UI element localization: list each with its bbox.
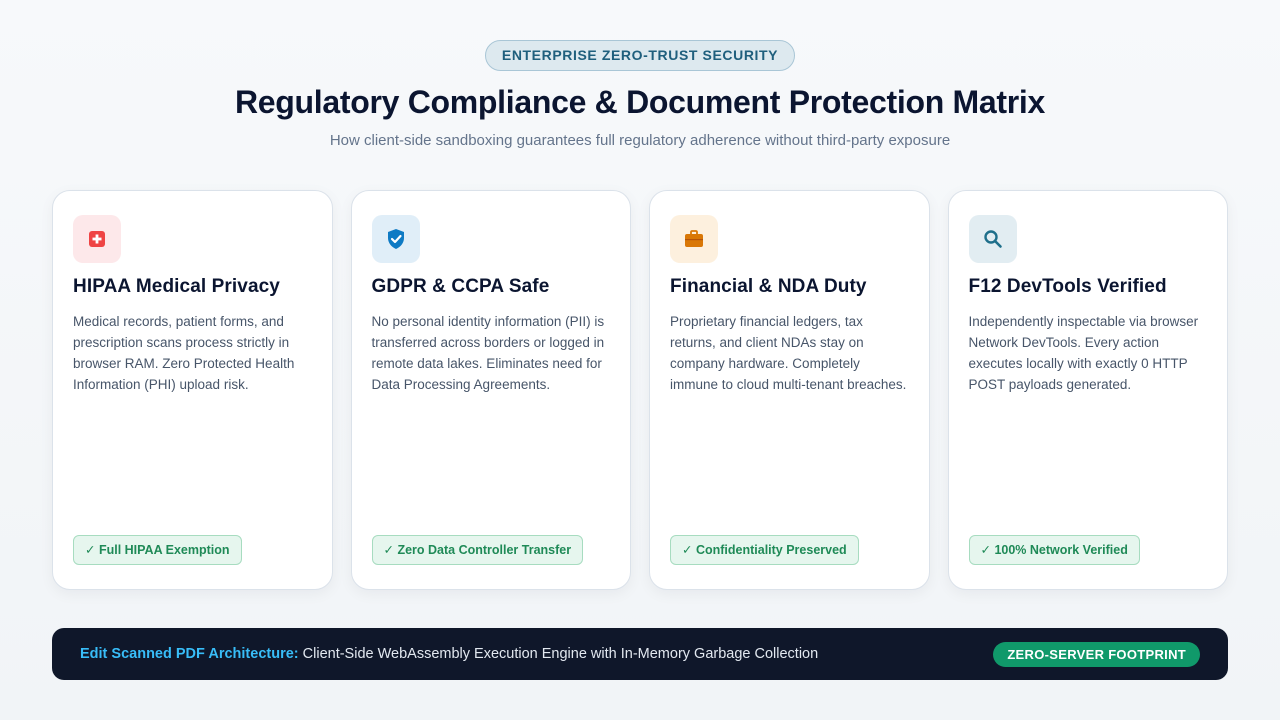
footer-label: Edit Scanned PDF Architecture: [80, 646, 299, 662]
status-badge: ✓ Zero Data Controller Transfer [371, 535, 584, 565]
eyebrow-wrapper: ENTERPRISE ZERO-TRUST SECURITY [0, 40, 1280, 71]
card-title: HIPAA Medical Privacy [73, 276, 280, 297]
shield-check-icon [371, 215, 420, 263]
magnifier-icon [968, 215, 1017, 263]
card-title: F12 DevTools Verified [968, 276, 1167, 297]
status-badge: ✓ Confidentiality Preserved [670, 535, 859, 565]
eyebrow-badge: ENTERPRISE ZERO-TRUST SECURITY [484, 40, 796, 71]
card-title: GDPR & CCPA Safe [371, 276, 550, 297]
architecture-footer: Edit Scanned PDF Architecture: Client-Si… [52, 628, 1228, 680]
footer-caption: Edit Scanned PDF Architecture: Client-Si… [80, 646, 818, 662]
briefcase-icon [670, 215, 718, 263]
medical-cross-icon [73, 215, 121, 263]
card-title: Financial & NDA Duty [670, 276, 867, 297]
compliance-cards: HIPAA Medical Privacy Medical records, p… [52, 190, 1228, 590]
page-subtitle: How client-side sandboxing guarantees fu… [329, 132, 951, 149]
page-title: Regulatory Compliance & Document Protect… [234, 84, 1046, 120]
card-gdpr: GDPR & CCPA Safe No personal identity in… [350, 190, 631, 590]
status-badge: ✓ 100% Network Verified [968, 535, 1140, 565]
card-description: Proprietary financial ledgers, tax retur… [670, 314, 907, 392]
card-description: No personal identity information (PII) i… [371, 314, 605, 392]
card-financial: Financial & NDA Duty Proprietary financi… [649, 190, 930, 590]
card-hipaa: HIPAA Medical Privacy Medical records, p… [52, 190, 333, 590]
card-devtools: F12 DevTools Verified Independently insp… [947, 190, 1228, 590]
card-description: Independently inspectable via browser Ne… [968, 314, 1199, 392]
footer-description: Client-Side WebAssembly Execution Engine… [298, 646, 819, 662]
status-badge: ✓ Full HIPAA Exemption [73, 535, 242, 565]
zero-server-badge: ZERO-SERVER FOOTPRINT [993, 641, 1200, 667]
card-description: Medical records, patient forms, and pres… [73, 314, 295, 392]
